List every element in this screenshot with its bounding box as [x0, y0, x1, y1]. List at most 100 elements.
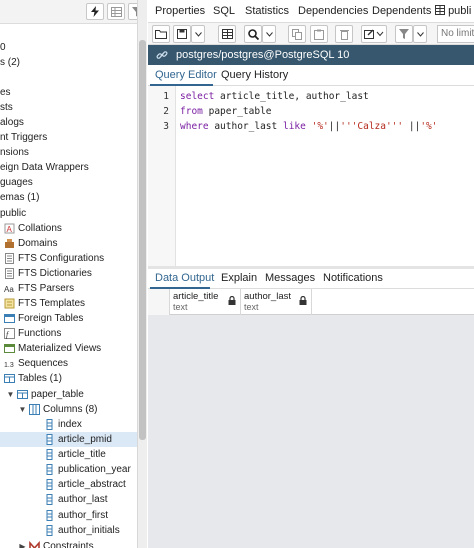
tree-item-label: author_last [58, 494, 108, 505]
find-icon[interactable] [244, 25, 262, 43]
tree-item-materialized-views[interactable]: Materialized Views [4, 341, 101, 356]
column-icon [44, 510, 55, 521]
main-tabs: Properties SQL Statistics Dependencies D… [148, 0, 474, 23]
tree-item-column-article-abstract[interactable]: article_abstract [44, 477, 126, 492]
tree-item-label: article_abstract [58, 479, 126, 490]
tree-item-column-article-title[interactable]: article_title [44, 447, 106, 462]
tree-item-paper-table[interactable]: ▼ paper_table [6, 387, 84, 402]
copy-icon[interactable] [288, 25, 306, 43]
tree-item-label: eign Data Wrappers [0, 162, 89, 173]
query-tool-panel: Properties SQL Statistics Dependencies D… [148, 0, 474, 548]
save-dropdown-chevron-down-icon[interactable] [191, 25, 205, 43]
tree-item-server[interactable]: 0 [0, 40, 6, 55]
tree-item-schemas[interactable]: emas (1) [0, 190, 39, 205]
tree-item-event-triggers[interactable]: nt Triggers [0, 130, 47, 145]
tree-item-columns[interactable]: ▼ Columns (8) [18, 402, 97, 417]
domain-icon [4, 238, 15, 249]
column-type: text [173, 302, 188, 312]
tree-item-foreign-tables[interactable]: Foreign Tables [4, 311, 83, 326]
open-folder-icon[interactable] [152, 25, 170, 43]
column-icon [44, 419, 55, 430]
tree-item-fts-parsers[interactable]: Aa FTS Parsers [4, 281, 74, 296]
tab-messages[interactable]: Messages [265, 272, 315, 284]
tree-item-column-author-first[interactable]: author_first [44, 508, 108, 523]
tree-item-collations[interactable]: A Collations [4, 221, 62, 236]
connection-bar[interactable]: postgres/postgres@PostgreSQL 10 [148, 45, 474, 65]
tab-query-editor[interactable]: Query Editor [155, 69, 217, 81]
tree-item-fts-dictionaries[interactable]: FTS Dictionaries [4, 266, 92, 281]
column-icon [44, 525, 55, 536]
edit-dropdown-icon[interactable] [361, 25, 387, 43]
tab-query-history[interactable]: Query History [221, 69, 288, 81]
filter-icon[interactable] [395, 25, 413, 43]
delete-icon[interactable] [335, 25, 353, 43]
tab-properties[interactable]: Properties [155, 5, 205, 17]
fts-parser-icon: Aa [4, 283, 15, 294]
tree-item-label: Foreign Tables [18, 313, 84, 324]
tree-item-databases[interactable]: s (2) [0, 55, 20, 70]
collation-icon: A [4, 223, 15, 234]
tree-item-domains[interactable]: Domains [4, 236, 57, 251]
filter-icon[interactable] [128, 3, 137, 20]
row-limit-select[interactable]: No limit [437, 25, 474, 43]
line-number-gutter: 1 2 3 [148, 86, 176, 266]
table-icon [435, 5, 445, 18]
filter-dropdown-chevron-down-icon[interactable] [413, 25, 427, 43]
tree-item-label: es [0, 87, 11, 98]
tree-item-label: FTS Configurations [18, 253, 105, 264]
tree-item-label: s (2) [0, 57, 20, 68]
tree-scrollbar[interactable] [137, 0, 147, 548]
chevron-down-icon[interactable]: ▼ [6, 387, 15, 402]
grid-icon[interactable] [218, 25, 236, 43]
tree-item-functions[interactable]: f Functions [4, 326, 61, 341]
code-line-2: from paper_table [180, 106, 272, 117]
paste-icon[interactable] [310, 25, 328, 43]
code-line-3: where author_last like '%'||'''Calza''' … [180, 121, 438, 132]
tree-item-constraints[interactable]: ▶ Constraints [18, 539, 94, 548]
tab-data-output[interactable]: Data Output [155, 272, 214, 284]
tab-explain[interactable]: Explain [221, 272, 257, 284]
tree-item-label: Materialized Views [18, 343, 102, 354]
tree-item-column-index[interactable]: index [44, 417, 82, 432]
tab-dependencies[interactable]: Dependencies [298, 5, 368, 17]
column-icon [44, 449, 55, 460]
column-header[interactable]: article_title text [170, 289, 241, 315]
grid-view-icon[interactable] [107, 3, 125, 20]
column-header[interactable]: author_last text [241, 289, 312, 315]
tree-item-label: article_pmid [58, 434, 112, 445]
tab-dependents[interactable]: Dependents [372, 5, 431, 17]
tree-item-label: Domains [18, 238, 58, 249]
tab-notifications[interactable]: Notifications [323, 272, 383, 284]
tree-item-catalogs[interactable]: alogs [0, 115, 24, 130]
tree-item-label: nt Triggers [0, 132, 48, 143]
tree-item-column-author-last[interactable]: author_last [44, 492, 107, 507]
sequence-icon: 1.3 [4, 358, 15, 369]
tree-item-languages[interactable]: guages [0, 175, 33, 190]
table-icon [17, 389, 28, 400]
chevron-down-icon[interactable]: ▼ [18, 402, 27, 417]
tree-item-casts[interactable]: sts [0, 100, 13, 115]
tab-statistics[interactable]: Statistics [245, 5, 289, 17]
tree-item-column-article-pmid[interactable]: article_pmid [0, 432, 137, 447]
select-all-corner[interactable] [148, 289, 170, 315]
tree-item-column-publication-year[interactable]: publication_year [44, 462, 131, 477]
scrollbar-thumb[interactable] [139, 40, 146, 440]
tree-item-tables[interactable]: Tables (1) [4, 371, 62, 386]
tree-item-fts-configurations[interactable]: FTS Configurations [4, 251, 104, 266]
save-icon[interactable] [173, 25, 191, 43]
tree-item-sequences[interactable]: 1.3 Sequences [4, 356, 68, 371]
function-icon: f [4, 328, 15, 339]
tree-item-public[interactable]: public [0, 206, 26, 221]
query-tool-lightning-icon[interactable] [86, 3, 104, 20]
tree-item-types[interactable]: es [0, 85, 11, 100]
chevron-right-icon[interactable]: ▶ [18, 539, 27, 548]
output-tabs: Data Output Explain Messages Notificatio… [148, 269, 474, 289]
tab-sql[interactable]: SQL [213, 5, 235, 17]
tree-item-fts-templates[interactable]: FTS Templates [4, 296, 85, 311]
tab-query-tool[interactable]: publi [435, 5, 471, 18]
tree-item-column-author-initials[interactable]: author_initials [44, 523, 120, 538]
tree-item-foreign-data-wrappers[interactable]: eign Data Wrappers [0, 160, 89, 175]
sql-editor[interactable]: 1 2 3 select article_title, author_last … [148, 86, 474, 266]
find-dropdown-chevron-down-icon[interactable] [262, 25, 276, 43]
tree-item-extensions[interactable]: nsions [0, 145, 29, 160]
